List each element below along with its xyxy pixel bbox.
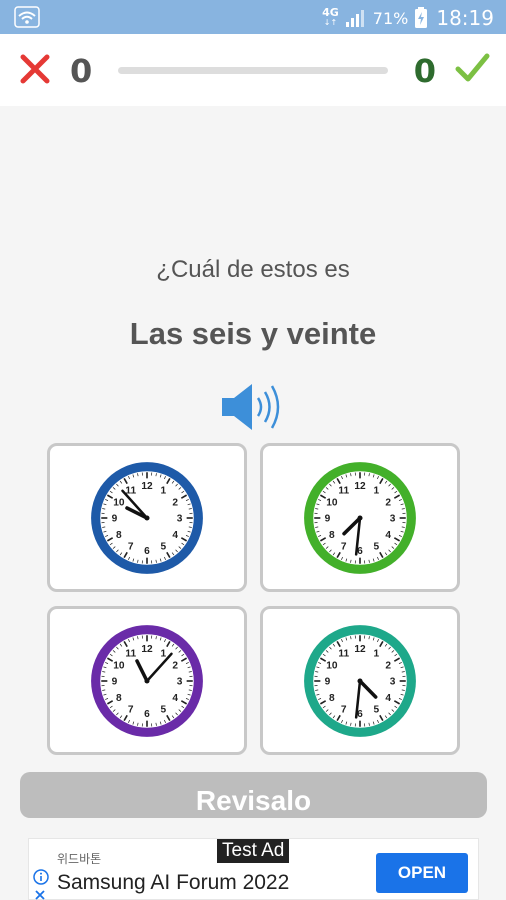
signal-icon [345,10,364,27]
svg-text:11: 11 [338,648,349,659]
svg-text:6: 6 [144,546,150,557]
clock-face-icon: 1234567891011 12 [91,461,203,574]
svg-text:8: 8 [116,692,122,703]
svg-text:1: 1 [160,648,166,659]
svg-text:8: 8 [329,692,335,703]
svg-text:2: 2 [385,660,391,671]
ad-banner[interactable]: Test Ad 위드바톤 Samsung AI Forum 2022 OPEN [28,838,479,900]
red-x-icon [20,54,50,84]
svg-text:2: 2 [172,660,178,671]
svg-text:9: 9 [325,676,331,687]
svg-text:1: 1 [373,485,379,496]
clock-face-icon: 1234567891011 12 [304,461,416,574]
svg-text:3: 3 [177,513,183,524]
svg-text:9: 9 [112,676,118,687]
check-answer-button[interactable]: Revisalo [20,772,487,818]
svg-text:10: 10 [113,497,125,508]
battery-charging-icon [415,7,428,28]
time-phrase: Las seis y veinte [129,316,377,351]
svg-text:3: 3 [390,676,396,687]
green-check-icon [455,53,490,82]
right-count: 0 [413,52,436,90]
svg-text:1: 1 [373,648,379,659]
svg-text:4: 4 [385,529,391,540]
status-bar: 4G ↓↑ 71% 18:19 [0,0,506,34]
svg-text:6: 6 [144,709,150,720]
ad-advertiser: 위드바톤 [57,852,102,866]
svg-text:9: 9 [325,513,331,524]
svg-text:3: 3 [390,513,396,524]
svg-text:2: 2 [385,497,391,508]
svg-text:10: 10 [326,660,338,671]
svg-text:7: 7 [128,541,134,552]
svg-text:5: 5 [373,704,379,715]
ad-open-button[interactable]: OPEN [376,853,468,893]
clock-face-icon: 1234567891011 12 [304,624,416,737]
clock-option-3[interactable]: 1 2 3 4 5 6 7 8 9 10 11 12 [47,606,247,755]
network-type: 4G ↓↑ [322,6,339,27]
svg-text:7: 7 [341,704,347,715]
svg-text:4: 4 [172,692,178,703]
svg-text:7: 7 [341,541,347,552]
progress-bar [118,67,388,74]
svg-text:10: 10 [326,497,338,508]
svg-text:7: 7 [128,704,134,715]
svg-text:4: 4 [385,692,391,703]
speaker-icon[interactable] [218,381,290,433]
svg-text:5: 5 [160,704,166,715]
info-icon[interactable] [33,869,49,885]
svg-text:5: 5 [160,541,166,552]
svg-text:8: 8 [116,529,122,540]
svg-text:4: 4 [172,529,178,540]
svg-text:5: 5 [373,541,379,552]
test-ad-label: Test Ad [217,839,290,863]
svg-text:10: 10 [113,660,125,671]
svg-text:12: 12 [141,644,153,655]
svg-text:12: 12 [354,644,366,655]
svg-text:12: 12 [141,481,153,492]
clock-option-2[interactable]: 1 2 3 4 5 6 7 8 9 10 11 12 [260,443,460,592]
battery-percent: 71% [372,8,409,28]
wrong-count: 0 [70,52,93,90]
wifi-icon [14,6,40,33]
svg-text:3: 3 [177,676,183,687]
svg-text:9: 9 [112,513,118,524]
question-prompt: ¿Cuál de estos es [156,256,350,283]
ad-title[interactable]: Samsung AI Forum 2022 [57,871,289,895]
svg-text:11: 11 [125,648,136,659]
svg-text:2: 2 [172,497,178,508]
clock-option-1[interactable]: 1 2 3 4 5 6 7 8 9 10 11 12 [47,443,247,592]
score-header: 0 0 [0,34,506,106]
close-icon[interactable] [34,889,46,900]
svg-text:1: 1 [160,485,166,496]
svg-text:11: 11 [338,485,349,496]
clock-face-icon: 1234567891011 12 [91,624,203,737]
svg-text:8: 8 [329,529,335,540]
clock-time: 18:19 [436,6,494,30]
clock-option-4[interactable]: 1 2 3 4 5 6 7 8 9 10 11 12 [260,606,460,755]
svg-text:12: 12 [354,481,366,492]
